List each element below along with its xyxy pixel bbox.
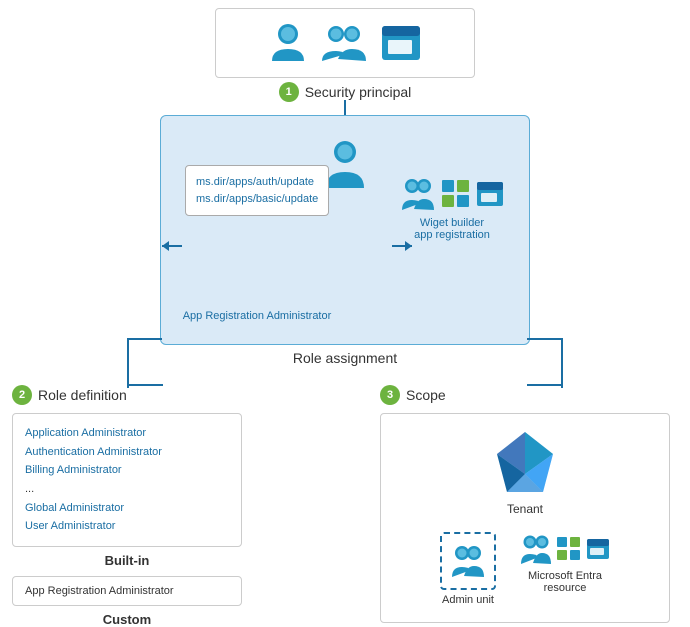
role-billing-admin: Billing Administrator <box>25 461 229 480</box>
permission-line-1: ms.dir/apps/auth/update <box>196 174 318 191</box>
ms-entra-icons <box>520 532 610 566</box>
entra-window-icon <box>586 538 610 560</box>
custom-label: Custom <box>12 612 242 627</box>
security-principal-box <box>215 8 475 78</box>
role-app-admin: Application Administrator <box>25 424 229 443</box>
scope-inner-box: Tenant Admin unit <box>380 413 670 623</box>
scope-section: 3 Scope Tenant <box>380 385 670 623</box>
scope-header: 3 Scope <box>380 385 670 405</box>
admin-unit-item: Admin unit <box>440 532 496 606</box>
arrow-right-from-widget <box>392 245 412 247</box>
user-icon <box>268 21 308 65</box>
role-ellipsis: ... <box>25 480 229 499</box>
custom-role-box: App Registration Administrator <box>12 576 242 606</box>
admin-unit-box <box>440 532 496 590</box>
admin-unit-label: Admin unit <box>442 594 494 606</box>
role-user-admin: User Administrator <box>25 517 229 536</box>
connector-v-right <box>561 338 563 388</box>
connector-h-left <box>127 338 162 340</box>
group-icon <box>320 21 368 65</box>
security-principal-label: 1 Security principal <box>215 82 475 102</box>
role-definition-section: 2 Role definition Application Administra… <box>12 385 242 627</box>
role-auth-admin: Authentication Administrator <box>25 443 229 462</box>
widget-window-icon <box>476 181 504 207</box>
widget-builder-label: Wiget builderapp registration <box>400 217 504 241</box>
app-reg-permission-box: ms.dir/apps/auth/update ms.dir/apps/basi… <box>185 165 329 216</box>
scope-bottom-row: Admin unit <box>440 532 610 606</box>
tenant-label: Tenant <box>507 502 543 516</box>
widget-grid-icon <box>442 180 470 208</box>
app-icon <box>380 24 422 62</box>
circle-1: 1 <box>279 82 299 102</box>
diagram-container: 1 Security principal ms.dir/apps/auth/up… <box>0 0 690 619</box>
widget-group-icon <box>400 175 436 213</box>
ms-entra-label: Microsoft Entra resource <box>528 570 602 594</box>
entra-grid-icon <box>557 537 581 561</box>
connector-v-left <box>127 338 129 388</box>
tenant-diamond-icon <box>495 430 555 496</box>
arrow-left-to-appreg <box>162 245 182 247</box>
role-definition-header: 2 Role definition <box>12 385 242 405</box>
widget-builder-area: Wiget builderapp registration <box>400 175 504 241</box>
permission-line-2: ms.dir/apps/basic/update <box>196 191 318 208</box>
built-in-roles-box: Application Administrator Authentication… <box>12 413 242 547</box>
circle-3: 3 <box>380 385 400 405</box>
app-reg-admin-label: App Registration Administrator <box>172 310 342 322</box>
connector-h-right <box>527 338 562 340</box>
circle-2: 2 <box>12 385 32 405</box>
entra-group-icon <box>520 532 552 566</box>
built-in-label: Built-in <box>12 553 242 568</box>
role-assignment-label: Role assignment <box>160 350 530 366</box>
role-global-admin: Global Administrator <box>25 499 229 518</box>
admin-unit-icon <box>450 542 486 580</box>
ms-entra-item: Microsoft Entra resource <box>520 532 610 606</box>
